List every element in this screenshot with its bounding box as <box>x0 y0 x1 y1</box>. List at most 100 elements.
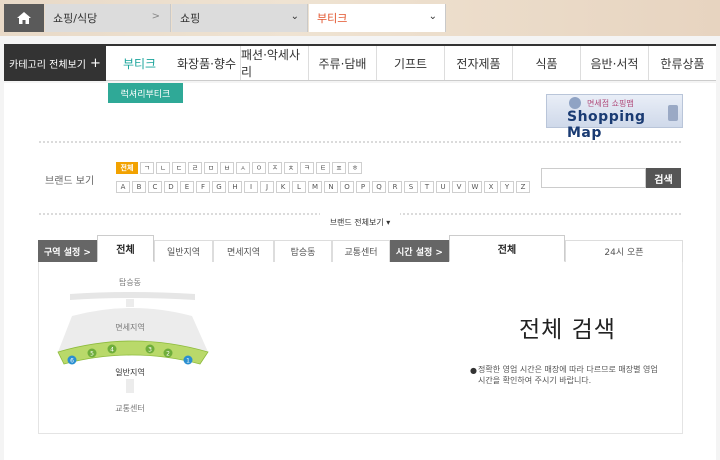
concourse-building[interactable] <box>70 292 195 300</box>
plus-icon: + <box>89 56 101 71</box>
gate-number: 3 <box>148 347 152 354</box>
brand-index-chip[interactable]: F <box>196 181 210 193</box>
all-categories-button[interactable]: 카테고리 전체보기 + <box>4 46 106 81</box>
concourse-link <box>126 299 134 307</box>
breadcrumb-bar: 쇼핑/식당 > 쇼핑 ⌄ 부티크 ⌄ <box>0 0 720 36</box>
brand-index-chip[interactable]: ㅅ <box>236 162 250 174</box>
breadcrumb-label: 쇼핑/식당 <box>53 12 98 25</box>
brand-index-chip[interactable]: D <box>164 181 178 193</box>
brand-index-chip[interactable]: ㅁ <box>204 162 218 174</box>
brand-index-chip[interactable]: B <box>132 181 146 193</box>
brand-index-chip[interactable]: V <box>452 181 466 193</box>
gate-number: 2 <box>166 351 170 358</box>
brand-index-chip[interactable]: S <box>404 181 418 193</box>
brand-search-input[interactable] <box>541 168 646 188</box>
brand-index-chip[interactable]: ㅍ <box>332 162 346 174</box>
mobile-icon <box>668 105 678 121</box>
zone-tab-concourse[interactable]: 탑승동 <box>274 240 332 262</box>
brand-view-all-toggle[interactable]: 브랜드 전체보기 ▾ <box>320 213 400 231</box>
all-categories-label: 카테고리 전체보기 <box>9 60 86 71</box>
brand-index-all[interactable]: 전체 <box>116 162 138 174</box>
brand-index-chip[interactable]: Y <box>500 181 514 193</box>
brand-index-chip[interactable]: ㄴ <box>156 162 170 174</box>
home-button[interactable] <box>4 4 44 32</box>
phone-app-icon <box>569 97 581 109</box>
divider <box>38 140 683 144</box>
brand-index-chip[interactable]: T <box>420 181 434 193</box>
tab-liquor[interactable]: 주류·담배 <box>308 46 376 80</box>
tab-gift[interactable]: 기프트 <box>376 46 444 80</box>
brand-index-chip[interactable]: R <box>388 181 402 193</box>
chevron-down-icon: ⌄ <box>428 11 437 22</box>
brand-index-chip[interactable]: C <box>148 181 162 193</box>
zone-tab-transport[interactable]: 교통센터 <box>332 240 390 262</box>
sub-tab-luxury-boutique[interactable]: 럭셔리부티크 <box>108 83 183 103</box>
brand-index-chip[interactable]: E <box>180 181 194 193</box>
brand-index-chip[interactable]: I <box>244 181 258 193</box>
zone-tab-general[interactable]: 일반지역 <box>154 240 213 262</box>
brand-filter-label: 브랜드 보기 <box>45 176 95 187</box>
brand-index-chip[interactable]: J <box>260 181 274 193</box>
tab-fashion[interactable]: 패션·악세사리 <box>240 46 308 80</box>
home-icon <box>17 12 31 24</box>
brand-index-chip[interactable]: G <box>212 181 226 193</box>
gate-number: 5 <box>90 351 94 358</box>
tab-hallyu[interactable]: 한류상품 <box>648 46 716 80</box>
zone-label-general: 일반지역 <box>115 367 144 377</box>
category-nav: 카테고리 전체보기 + 부티크 화장품·향수 패션·악세사리 주류·담배 기프트… <box>4 44 716 81</box>
brand-index-chip[interactable]: M <box>308 181 322 193</box>
shopping-map-banner[interactable]: 면세점 쇼핑맵 Shopping Map <box>546 94 683 141</box>
brand-index-chip[interactable]: O <box>340 181 354 193</box>
brand-index-chip[interactable]: ㅋ <box>300 162 314 174</box>
brand-index-chip[interactable]: ㄹ <box>188 162 202 174</box>
tab-cosmetics[interactable]: 화장품·향수 <box>173 46 240 80</box>
brand-index-chip[interactable]: ㅇ <box>252 162 266 174</box>
brand-index-chip[interactable]: ㅌ <box>316 162 330 174</box>
tab-music-books[interactable]: 음반·서적 <box>580 46 648 80</box>
breadcrumb-boutique-select[interactable]: 부티크 ⌄ <box>309 4 446 32</box>
transport-link <box>126 379 134 393</box>
zone-label-duty-free: 면세지역 <box>115 322 144 332</box>
zone-map: 탑승동 면세지역 6 5 4 3 2 1 일반지역 교통센터 <box>57 278 209 413</box>
zone-tab-all[interactable]: 전체 <box>97 235 154 262</box>
gate-number: 6 <box>70 358 74 365</box>
zone-label-transport[interactable]: 교통센터 <box>115 403 144 413</box>
brand-index-chip[interactable]: ㄱ <box>140 162 154 174</box>
brand-index-chip[interactable]: U <box>436 181 450 193</box>
korean-index-row: 전체 ㄱㄴㄷㄹㅁㅂㅅㅇㅈㅊㅋㅌㅍㅎ <box>116 162 362 174</box>
breadcrumb-label: 쇼핑 <box>180 12 201 25</box>
tab-electronics[interactable]: 전자제품 <box>444 46 512 80</box>
brand-index-chip[interactable]: ㅎ <box>348 162 362 174</box>
gate-number: 4 <box>110 347 114 354</box>
brand-index-chip[interactable]: L <box>292 181 306 193</box>
alphabet-index-row: ABCDEFGHIJKLMNOPQRSTUVWXYZ <box>116 181 530 193</box>
zone-tab-duty-free[interactable]: 면세지역 <box>213 240 274 262</box>
brand-index-chip[interactable]: ㅊ <box>284 162 298 174</box>
brand-index-chip[interactable]: X <box>484 181 498 193</box>
brand-index-chip[interactable]: Q <box>372 181 386 193</box>
time-tab-24h[interactable]: 24시 오픈 <box>565 240 683 262</box>
zone-label-concourse[interactable]: 탑승동 <box>119 278 141 287</box>
tab-food[interactable]: 식품 <box>512 46 580 80</box>
tab-boutique[interactable]: 부티크 <box>106 46 173 80</box>
time-setting-label: 시간 설정 > <box>390 240 449 262</box>
shopping-map-subtitle: 면세점 쇼핑맵 <box>587 99 634 108</box>
brand-index-chip[interactable]: W <box>468 181 482 193</box>
brand-index-chip[interactable]: Z <box>516 181 530 193</box>
brand-index-chip[interactable]: A <box>116 181 130 193</box>
brand-index-chip[interactable]: N <box>324 181 338 193</box>
brand-index-chip[interactable]: H <box>228 181 242 193</box>
brand-index-chip[interactable]: K <box>276 181 290 193</box>
brand-index-chip[interactable]: ㄷ <box>172 162 186 174</box>
brand-index-chip[interactable]: ㅂ <box>220 162 234 174</box>
brand-index-chip[interactable]: P <box>356 181 370 193</box>
breadcrumb-shopping-dining[interactable]: 쇼핑/식당 > <box>45 4 171 32</box>
zone-setting-label: 구역 설정 > <box>38 240 97 262</box>
zone-time-tabbar: 구역 설정 > 전체 일반지역 면세지역 탑승동 교통센터 시간 설정 > 전체… <box>38 235 683 262</box>
search-button[interactable]: 검색 <box>646 168 681 188</box>
hours-notice-text: 정확한 영업 시간은 매장에 따라 다르므로 매장별 영업시간을 확인하여 주시… <box>478 365 658 385</box>
brand-index-chip[interactable]: ㅈ <box>268 162 282 174</box>
shopping-map-title: Shopping Map <box>567 109 646 141</box>
breadcrumb-shopping-select[interactable]: 쇼핑 ⌄ <box>172 4 308 32</box>
time-tab-all[interactable]: 전체 <box>449 235 565 262</box>
